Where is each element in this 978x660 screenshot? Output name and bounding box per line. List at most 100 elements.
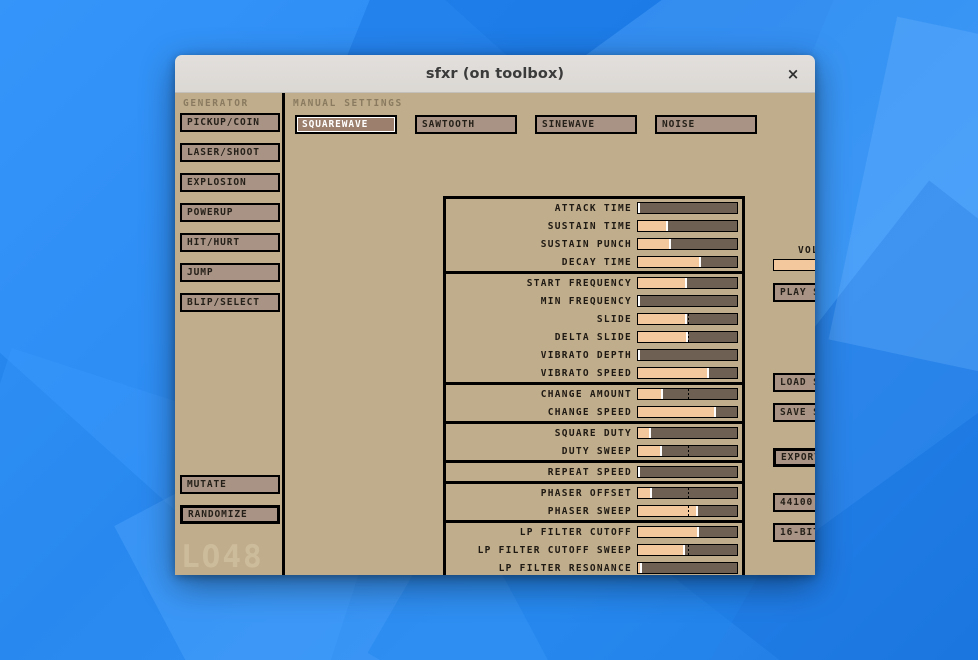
slider-track-repeat-speed[interactable]: [637, 466, 738, 478]
window-title: sfxr (on toolbox): [426, 66, 564, 82]
slider-track-lp-filter-resonance[interactable]: [637, 562, 738, 574]
generator-button-hit-hurt[interactable]: HIT/HURT: [180, 233, 280, 252]
load-sound-button[interactable]: LOAD SOUND: [773, 373, 815, 392]
waveform-button-noise[interactable]: NOISE: [655, 115, 757, 134]
slider-label: LP FILTER CUTOFF: [520, 527, 632, 538]
slider-track-phaser-offset[interactable]: [637, 487, 738, 499]
slider-track-lp-filter-cutoff[interactable]: [637, 526, 738, 538]
slider-row: SLIDE: [446, 310, 742, 328]
close-icon[interactable]: ×: [782, 63, 804, 85]
slider-fill: [638, 203, 640, 213]
slider-track-slide[interactable]: [637, 313, 738, 325]
slider-group-frequency: START FREQUENCY MIN FREQUENCY SLIDE DELTA S…: [446, 274, 742, 385]
slider-row: MIN FREQUENCY: [446, 292, 742, 310]
slider-label: DUTY SWEEP: [562, 446, 632, 457]
slider-fill: [638, 239, 671, 249]
slider-track-start-frequency[interactable]: [637, 277, 738, 289]
slider-label: SUSTAIN TIME: [548, 221, 632, 232]
waveform-button-squarewave[interactable]: SQUAREWAVE: [295, 115, 397, 134]
slider-label: START FREQUENCY: [527, 278, 632, 289]
slider-track-attack-time[interactable]: [637, 202, 738, 214]
slider-label: DECAY TIME: [562, 257, 632, 268]
slider-track-sustain-time[interactable]: [637, 220, 738, 232]
slider-row: START FREQUENCY: [446, 274, 742, 292]
save-sound-button[interactable]: SAVE SOUND: [773, 403, 815, 422]
slider-center-tick: [688, 389, 689, 399]
manual-settings-panel: MANUAL SETTINGS SQUAREWAVESAWTOOTHSINEWA…: [285, 93, 815, 575]
waveform-button-sawtooth[interactable]: SAWTOOTH: [415, 115, 517, 134]
slider-label: CHANGE AMOUNT: [541, 389, 632, 400]
slider-row: SUSTAIN PUNCH: [446, 235, 742, 253]
slider-center-tick: [688, 488, 689, 498]
slider-fill: [638, 488, 652, 498]
slider-label: MIN FREQUENCY: [541, 296, 632, 307]
sample-rate-button[interactable]: 44100 HZ: [773, 493, 815, 512]
slider-fill: [638, 368, 709, 378]
slider-group-phaser: PHASER OFFSET PHASER SWEEP: [446, 484, 742, 523]
slider-track-square-duty[interactable]: [637, 427, 738, 439]
slider-track-vibrato-depth[interactable]: [637, 349, 738, 361]
slider-fill: [638, 545, 685, 555]
generator-button-powerup[interactable]: POWERUP: [180, 203, 280, 222]
slider-row: VIBRATO SPEED: [446, 364, 742, 382]
bit-depth-button[interactable]: 16-BIT: [773, 523, 815, 542]
slider-row: LP FILTER CUTOFF SWEEP: [446, 541, 742, 559]
slider-track-lp-filter-cutoff-sweep[interactable]: [637, 544, 738, 556]
slider-center-tick: [688, 446, 689, 456]
slider-label: VIBRATO SPEED: [541, 368, 632, 379]
window-titlebar[interactable]: sfxr (on toolbox) ×: [175, 55, 815, 93]
generator-button-laser-shoot[interactable]: LASER/SHOOT: [180, 143, 280, 162]
slider-group-arpeggiation: CHANGE AMOUNT CHANGE SPEED: [446, 385, 742, 424]
slider-fill: [638, 350, 640, 360]
slider-label: PHASER OFFSET: [541, 488, 632, 499]
slider-row: DUTY SWEEP: [446, 442, 742, 460]
slider-row: ATTACK TIME: [446, 199, 742, 217]
slider-fill: [638, 389, 663, 399]
slider-label: LP FILTER RESONANCE: [499, 563, 632, 574]
slider-row: LP FILTER RESONANCE: [446, 559, 742, 575]
slider-label: SLIDE: [597, 314, 632, 325]
volume-slider[interactable]: [773, 259, 815, 271]
slider-track-vibrato-speed[interactable]: [637, 367, 738, 379]
slider-row: CHANGE SPEED: [446, 403, 742, 421]
slider-label: DELTA SLIDE: [555, 332, 632, 343]
slider-row: SQUARE DUTY: [446, 424, 742, 442]
slider-row: LP FILTER CUTOFF: [446, 523, 742, 541]
slider-track-delta-slide[interactable]: [637, 331, 738, 343]
generator-button-pickup-coin[interactable]: PICKUP/COIN: [180, 113, 280, 132]
generator-button-blip-select[interactable]: BLIP/SELECT: [180, 293, 280, 312]
slider-label: REPEAT SPEED: [548, 467, 632, 478]
slider-label: SQUARE DUTY: [555, 428, 632, 439]
slider-fill: [638, 467, 640, 477]
slider-group-duty: SQUARE DUTY DUTY SWEEP: [446, 424, 742, 463]
slider-fill: [638, 296, 640, 306]
slider-label: PHASER SWEEP: [548, 506, 632, 517]
slider-fill: [638, 563, 642, 573]
slider-center-tick: [688, 332, 689, 342]
mutate-button[interactable]: MUTATE: [180, 475, 280, 494]
slider-track-decay-time[interactable]: [637, 256, 738, 268]
slider-track-duty-sweep[interactable]: [637, 445, 738, 457]
slider-group-filter: LP FILTER CUTOFF LP FILTER CUTOFF SWEEP LP…: [446, 523, 742, 575]
slider-fill: [638, 506, 698, 516]
export-wav-button[interactable]: EXPORT .WAV: [773, 448, 815, 467]
slider-track-sustain-punch[interactable]: [637, 238, 738, 250]
parameter-slider-panel: ATTACK TIME SUSTAIN TIME SUSTAIN PUNCH DECA…: [443, 196, 745, 575]
generator-button-explosion[interactable]: EXPLOSION: [180, 173, 280, 192]
play-sound-button[interactable]: PLAY SOUND: [773, 283, 815, 302]
slider-fill: [638, 278, 687, 288]
randomize-button[interactable]: RANDOMIZE: [180, 505, 280, 524]
slider-label: CHANGE SPEED: [548, 407, 632, 418]
slider-track-phaser-sweep[interactable]: [637, 505, 738, 517]
slider-center-tick: [688, 314, 689, 324]
slider-track-change-amount[interactable]: [637, 388, 738, 400]
volume-label: VOLUME: [798, 245, 815, 256]
slider-row: CHANGE AMOUNT: [446, 385, 742, 403]
slider-track-min-frequency[interactable]: [637, 295, 738, 307]
waveform-button-sinewave[interactable]: SINEWAVE: [535, 115, 637, 134]
slider-track-change-speed[interactable]: [637, 406, 738, 418]
app-watermark: LO48: [181, 542, 264, 573]
slider-row: DELTA SLIDE: [446, 328, 742, 346]
generator-button-jump[interactable]: JUMP: [180, 263, 280, 282]
right-control-column: VOLUME PLAY SOUND LOAD SOUND SAVE SOUND …: [770, 93, 815, 575]
